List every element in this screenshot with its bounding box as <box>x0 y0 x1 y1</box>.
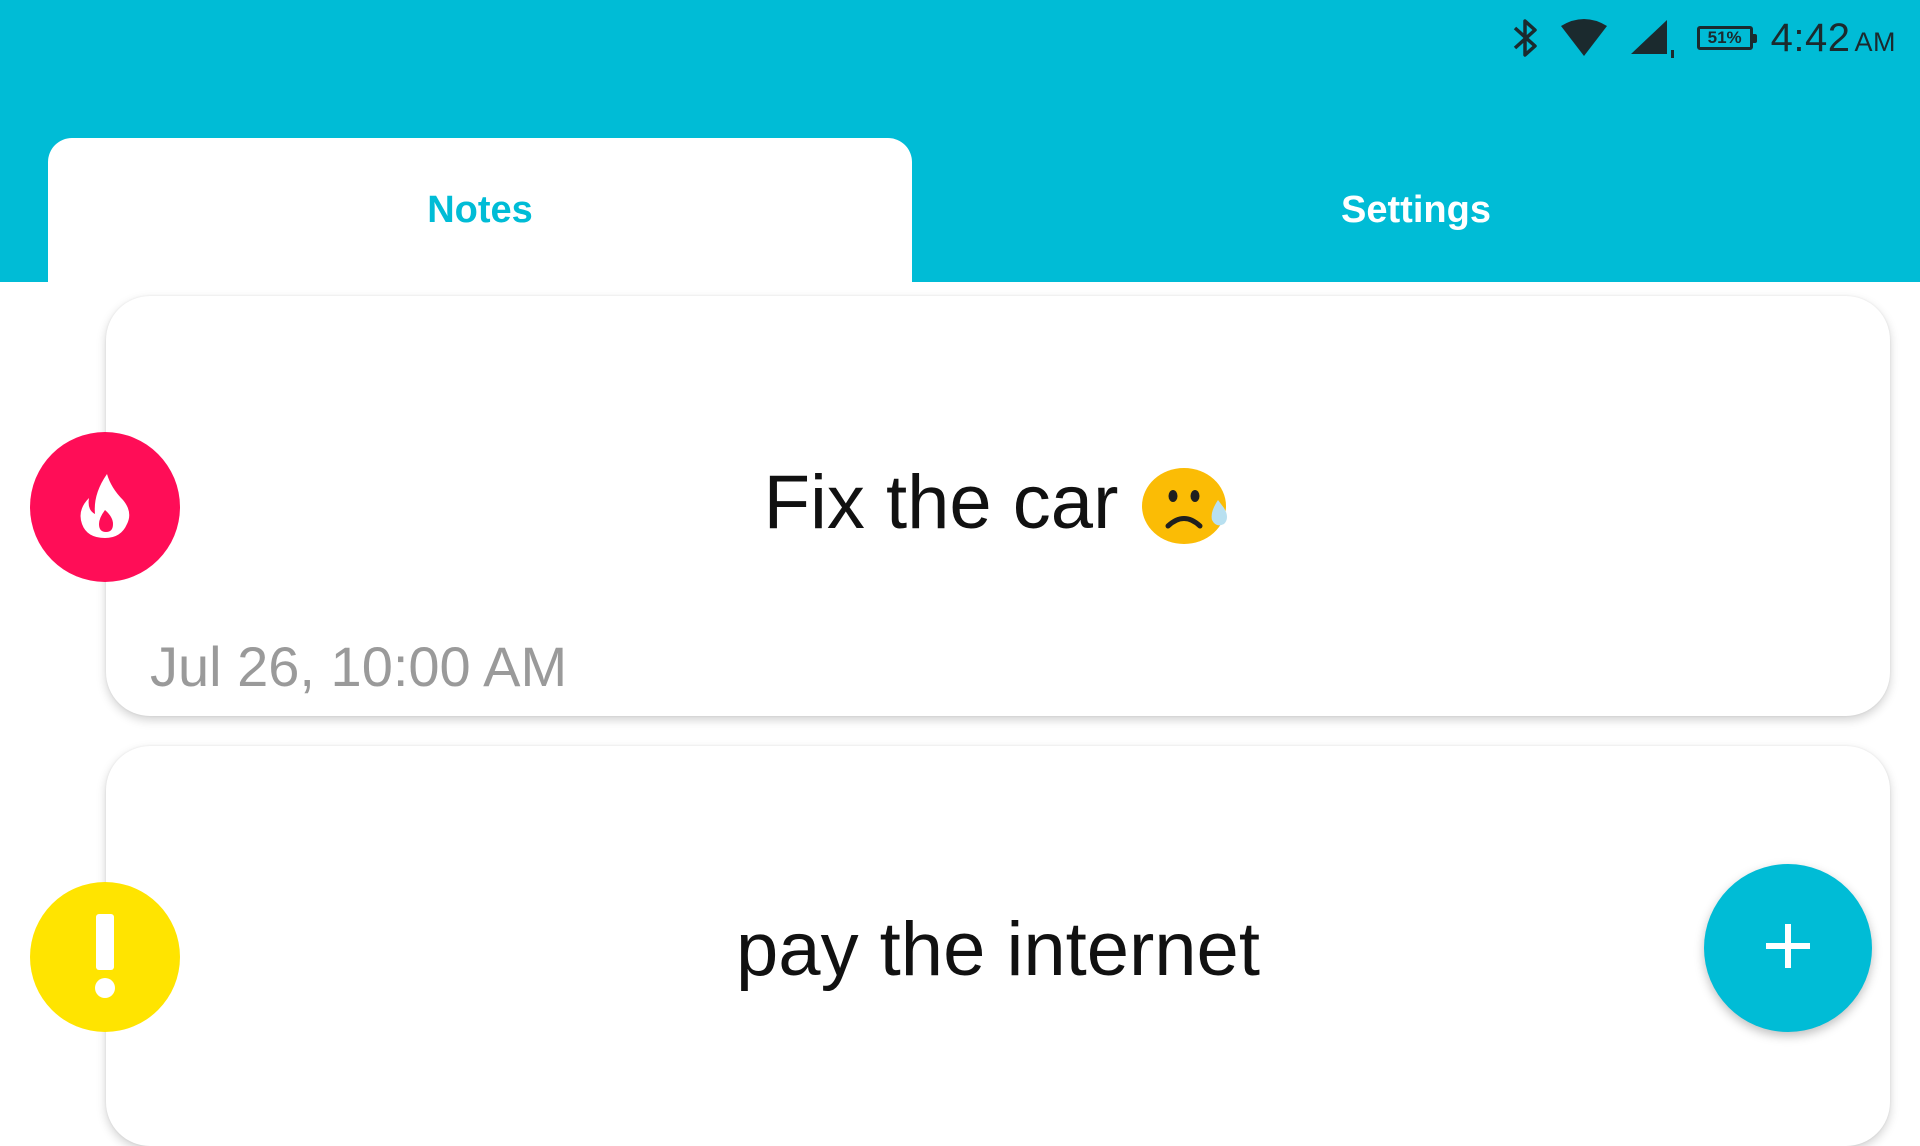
wifi-icon <box>1559 18 1609 58</box>
sad-tear-face-icon <box>1140 456 1232 548</box>
priority-badge-warning <box>30 882 180 1032</box>
battery-icon: 51% <box>1696 26 1757 50</box>
bluetooth-icon <box>1511 16 1541 60</box>
clock-ampm: AM <box>1854 26 1896 57</box>
note-title: pay the internet <box>736 907 1260 992</box>
tab-settings[interactable]: Settings <box>912 138 1920 282</box>
note-title: Fix the car <box>763 459 1119 545</box>
status-bar: 51% 4:42 AM <box>1511 8 1896 68</box>
priority-badge-hot <box>30 432 180 582</box>
note-date: Jul 26, 10:00 AM <box>150 635 568 698</box>
tab-notes[interactable]: Notes <box>48 138 912 282</box>
tab-notes-label: Notes <box>427 188 533 231</box>
note-title-row: Fix the car <box>106 456 1890 548</box>
add-note-button[interactable] <box>1704 864 1872 1032</box>
cell-signal-icon <box>1627 16 1679 60</box>
note-title-row: pay the internet <box>106 906 1890 993</box>
clock: 4:42 AM <box>1771 16 1896 61</box>
note-card[interactable]: Fix the car Jul 26, 10:00 AM <box>106 296 1890 716</box>
clock-time: 4:42 <box>1770 15 1851 60</box>
tab-settings-label: Settings <box>1341 188 1491 231</box>
note-card[interactable]: pay the internet <box>106 746 1890 1146</box>
app-bar: 51% 4:42 AM Notes Settings <box>0 0 1920 282</box>
flame-icon <box>77 470 133 545</box>
exclamation-icon <box>90 910 120 1005</box>
plus-icon <box>1764 922 1812 975</box>
